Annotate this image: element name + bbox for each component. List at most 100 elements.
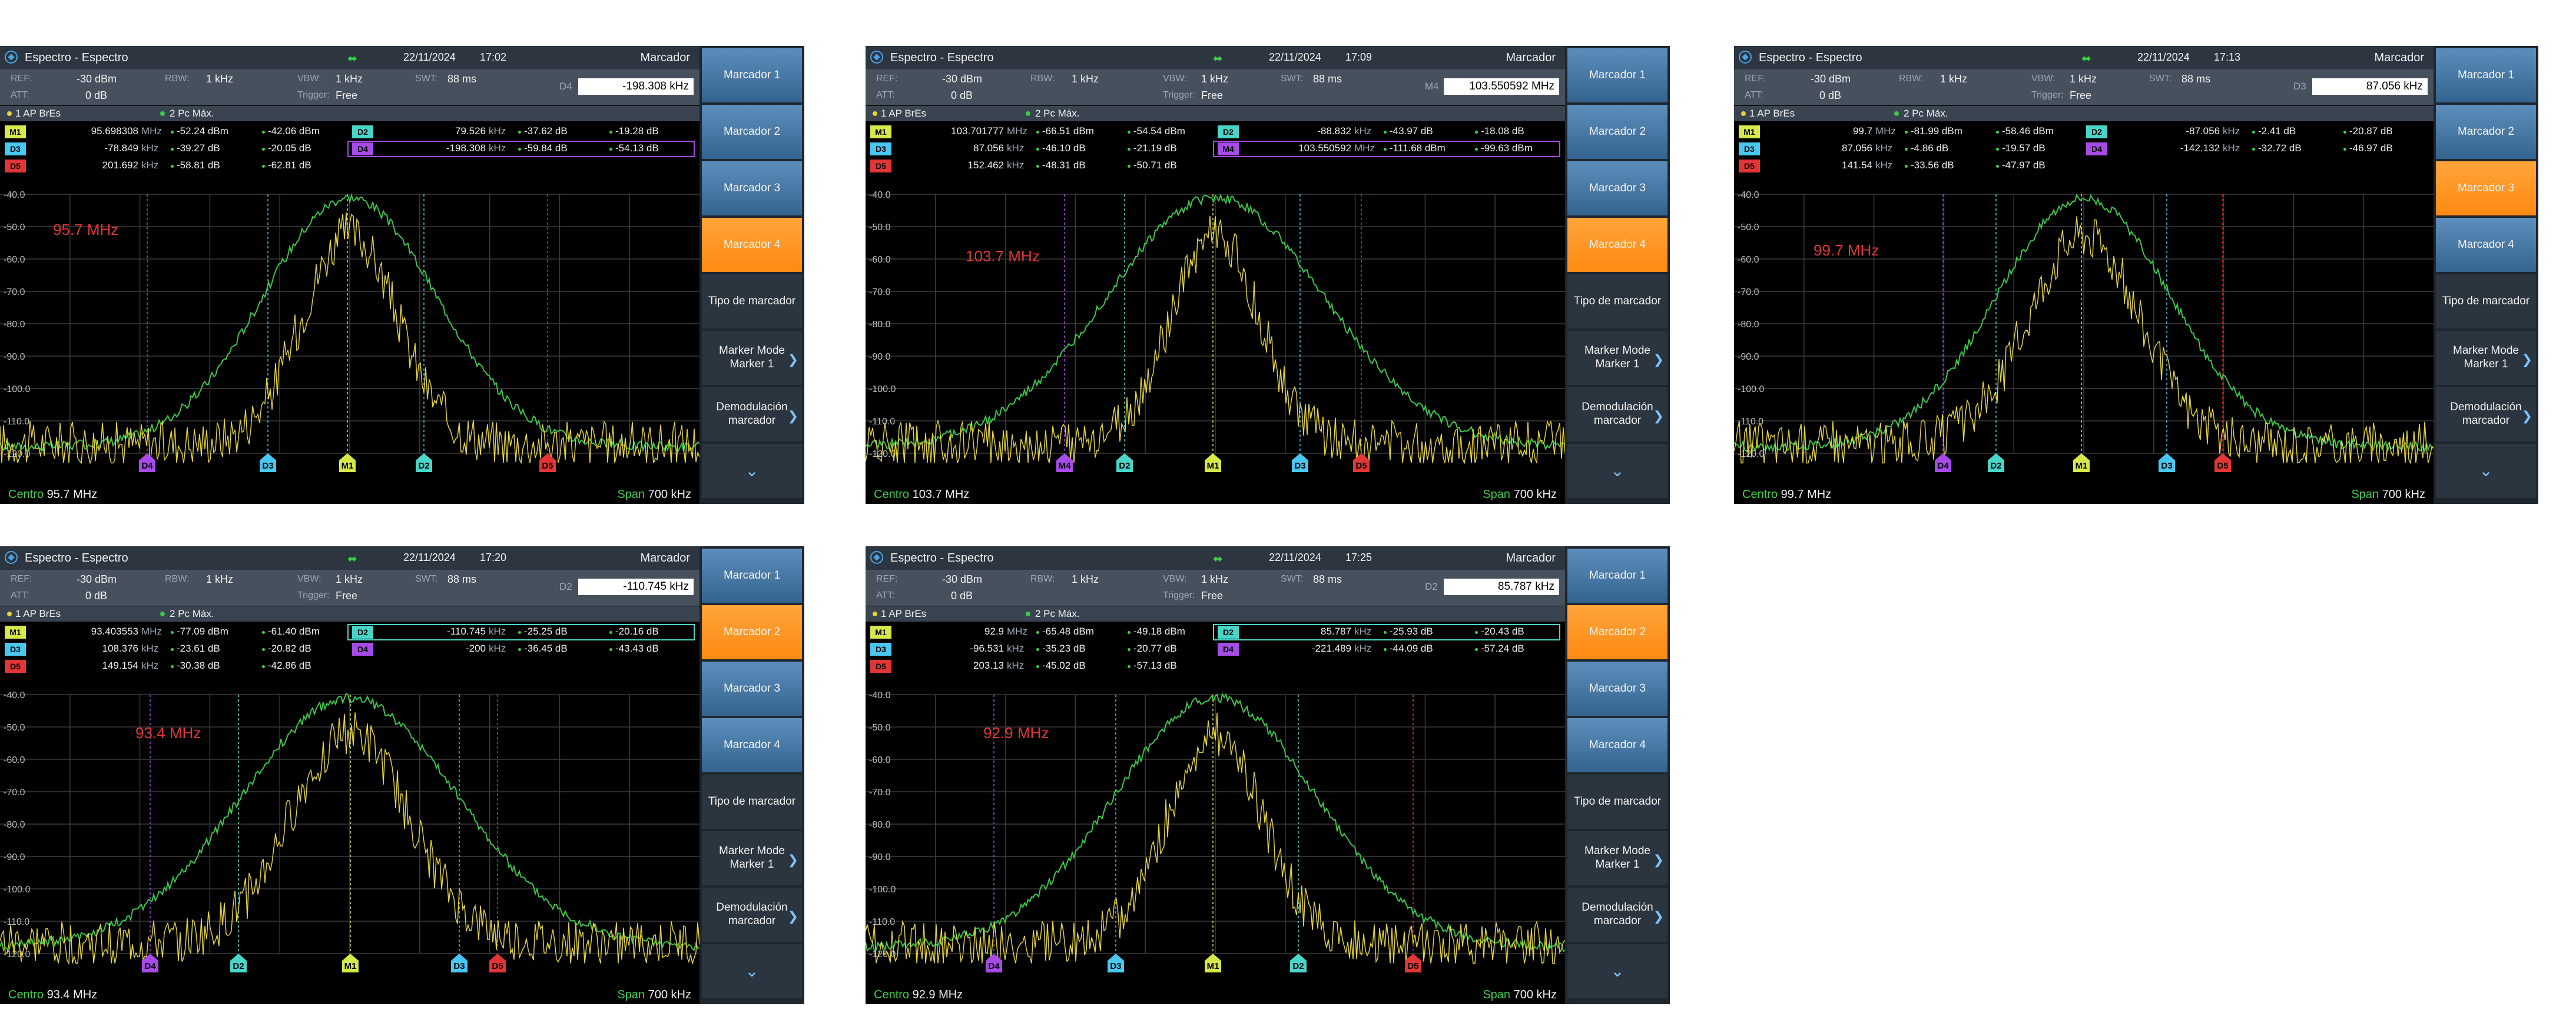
marker-1-button[interactable]: Marcador 1 <box>1567 48 1667 102</box>
collapse-button[interactable]: ⌄ <box>702 944 802 998</box>
marker-type-button[interactable]: Tipo de marcador <box>2436 274 2536 328</box>
marker-row[interactable]: M1 93.403553 MHz -77.09 dBm -61.40 dBm <box>0 624 347 640</box>
marker-row[interactable]: D2 79.526 kHz -37.62 dB -19.28 dB <box>347 124 695 140</box>
marker-3-button[interactable]: Marcador 3 <box>2436 161 2536 215</box>
marker-value-input[interactable]: 103.550592 MHz <box>1444 78 1559 95</box>
marker-demod-button[interactable]: Demodulación marcador ❯ <box>702 387 802 441</box>
marker-2-button[interactable]: Marcador 2 <box>2436 105 2536 159</box>
marker-4-button[interactable]: Marcador 4 <box>2436 218 2536 272</box>
marker-row[interactable]: D4 -200 kHz -36.45 dB -43.43 dB <box>347 641 695 658</box>
marker-row[interactable]: D5 141.54 kHz -33.56 dB -47.97 dB <box>1734 158 2081 174</box>
marker-value: 103.550592 <box>1298 142 1351 154</box>
marker-row[interactable]: D3 87.056 kHz -4.86 dB -19.57 dB <box>1734 141 2081 157</box>
marker-row[interactable]: D3 -96.531 kHz -35.23 dB -20.77 dB <box>866 641 1213 658</box>
marker-4-button[interactable]: Marcador 4 <box>1567 718 1667 772</box>
marker-value: -198.308 <box>446 142 486 154</box>
marker-type-button[interactable]: Tipo de marcador <box>1567 775 1667 829</box>
marker-3-button[interactable]: Marcador 3 <box>1567 662 1667 716</box>
marker-level-trace1: -48.31 dB <box>1042 160 1086 171</box>
marker-demod-button[interactable]: Demodulación marcador ❯ <box>1567 888 1667 942</box>
marker-row[interactable]: D5 201.692 kHz -58.81 dB -62.81 dB <box>0 158 347 174</box>
collapse-button[interactable]: ⌄ <box>2436 444 2536 498</box>
marker-row[interactable]: D4 -221.489 kHz -44.09 dB -57.24 dB <box>1213 641 1560 658</box>
marker-row[interactable]: M1 99.7 MHz -81.99 dBm -58.46 dBm <box>1734 124 2081 140</box>
marker-mode-button[interactable]: Marker Mode Marker 1 ❯ <box>702 831 802 885</box>
marker-unit: kHz <box>489 643 506 654</box>
softkey-label: Marcador 3 <box>1589 682 1646 695</box>
marker-row[interactable]: D2 85.787 kHz -25.93 dB -20.43 dB <box>1213 624 1560 640</box>
trace1-dot <box>171 131 174 134</box>
marker-demod-button[interactable]: Demodulación marcador ❯ <box>702 888 802 942</box>
collapse-button[interactable]: ⌄ <box>1567 944 1667 998</box>
trace2-label: 2 Pc Máx. <box>1904 108 1948 119</box>
marker-level-trace2: -58.46 dBm <box>2002 125 2054 137</box>
marker-demod-button[interactable]: Demodulación marcador ❯ <box>2436 387 2536 441</box>
marker-4-button[interactable]: Marcador 4 <box>702 718 802 772</box>
marker-row[interactable]: M1 92.9 MHz -65.48 dBm -49.18 dBm <box>866 624 1213 640</box>
marker-row[interactable]: D2 -87.056 kHz -2.41 dB -20.87 dB <box>2081 124 2429 140</box>
marker-1-button[interactable]: Marcador 1 <box>702 549 802 603</box>
marker-level-trace2: -49.18 dBm <box>1133 626 1185 637</box>
marker-demod-button[interactable]: Demodulación marcador ❯ <box>1567 387 1667 441</box>
marker-3-button[interactable]: Marcador 3 <box>1567 161 1667 215</box>
chevron-down-icon: ⌄ <box>745 461 759 480</box>
param-label-rbw: RBW: <box>165 74 190 84</box>
trace1-dot <box>7 111 12 116</box>
marker-type-button[interactable]: Tipo de marcador <box>702 775 802 829</box>
status-bar: Centro 93.4 MHz Span 700 kHz <box>0 985 699 1004</box>
span-value: 700 kHz <box>2382 488 2425 501</box>
marker-value-input[interactable]: 87.056 kHz <box>2312 78 2428 95</box>
param-value-vbw: 1 kHz <box>1201 73 1229 85</box>
marker-1-button[interactable]: Marcador 1 <box>2436 48 2536 102</box>
marker-value-input[interactable]: 85.787 kHz <box>1444 579 1559 595</box>
marker-row[interactable]: M1 103.701777 MHz -66.51 dBm -54.54 dBm <box>866 124 1213 140</box>
marker-row[interactable]: M1 95.698308 MHz -52.24 dBm -42.06 dBm <box>0 124 347 140</box>
marker-unit: MHz <box>141 125 162 137</box>
marker-value-input[interactable]: -110.745 kHz <box>578 579 694 595</box>
marker-1-button[interactable]: Marcador 1 <box>1567 549 1667 603</box>
marker-row[interactable]: M4 103.550592 MHz -111.68 dBm -99.63 dBm <box>1213 141 1560 157</box>
marker-tag: M1 <box>5 125 26 138</box>
marker-value: -142.132 <box>2180 142 2220 154</box>
center-frequency: Centro 99.7 MHz <box>1742 488 1831 502</box>
marker-row[interactable]: D5 152.462 kHz -48.31 dB -50.71 dB <box>866 158 1213 174</box>
softkey-sidebar: Marcador 1 Marcador 2 Marcador 3 Marcador 4… <box>1565 546 1670 1004</box>
marker-value-input[interactable]: -198.308 kHz <box>578 78 694 95</box>
marker-value: 93.403553 <box>91 626 138 637</box>
marker-row[interactable]: D5 149.154 kHz -30.38 dB -42.86 dB <box>0 658 347 675</box>
marker-row[interactable]: D4 -142.132 kHz -32.72 dB -46.97 dB <box>2081 141 2429 157</box>
marker-3-button[interactable]: Marcador 3 <box>702 662 802 716</box>
marker-4-button[interactable]: Marcador 4 <box>1567 218 1667 272</box>
param-value-rbw: 1 kHz <box>206 573 234 585</box>
marker-mode-button[interactable]: Marker Mode Marker 1 ❯ <box>2436 331 2536 385</box>
marker-row[interactable]: D3 108.376 kHz -23.61 dB -20.82 dB <box>0 641 347 658</box>
y-tick-label: -110.0 <box>4 917 29 927</box>
marker-row[interactable]: D4 -198.308 kHz -59.84 dB -54.13 dB <box>347 141 695 157</box>
trace2-dot <box>1026 111 1030 116</box>
marker-row[interactable]: D5 203.13 kHz -45.02 dB -57.13 dB <box>866 658 1213 675</box>
marker-mode-button[interactable]: Marker Mode Marker 1 ❯ <box>702 331 802 385</box>
marker-row[interactable]: D2 -110.745 kHz -25.25 dB -20.16 dB <box>347 624 695 640</box>
marker-2-button[interactable]: Marcador 2 <box>1567 105 1667 159</box>
marker-3-button[interactable]: Marcador 3 <box>702 161 802 215</box>
marker-1-button[interactable]: Marcador 1 <box>702 48 802 102</box>
marker-2-button[interactable]: Marcador 2 <box>702 605 802 659</box>
usb-icon: ⬌ <box>1213 52 1223 65</box>
marker-row[interactable]: D3 87.056 kHz -46.10 dB -21.19 dB <box>866 141 1213 157</box>
marker-level-trace2: -61.40 dBm <box>268 626 320 637</box>
marker-type-button[interactable]: Tipo de marcador <box>1567 274 1667 328</box>
param-label-swt: SWT: <box>2149 74 2172 84</box>
marker-mode-button[interactable]: Marker Mode Marker 1 ❯ <box>1567 331 1667 385</box>
marker-flag-label: M1 <box>342 461 354 471</box>
collapse-button[interactable]: ⌄ <box>1567 444 1667 498</box>
y-tick-label: -40.0 <box>4 690 25 700</box>
marker-type-button[interactable]: Tipo de marcador <box>702 274 802 328</box>
marker-mode-button[interactable]: Marker Mode Marker 1 ❯ <box>1567 831 1667 885</box>
trace2-dot <box>1475 648 1478 651</box>
marker-2-button[interactable]: Marcador 2 <box>702 105 802 159</box>
marker-row[interactable]: D3 -78.849 kHz -39.27 dB -20.05 dB <box>0 141 347 157</box>
marker-4-button[interactable]: Marcador 4 <box>702 218 802 272</box>
marker-row[interactable]: D2 -88.832 kHz -43.97 dB -18.08 dB <box>1213 124 1560 140</box>
marker-2-button[interactable]: Marcador 2 <box>1567 605 1667 659</box>
collapse-button[interactable]: ⌄ <box>702 444 802 498</box>
